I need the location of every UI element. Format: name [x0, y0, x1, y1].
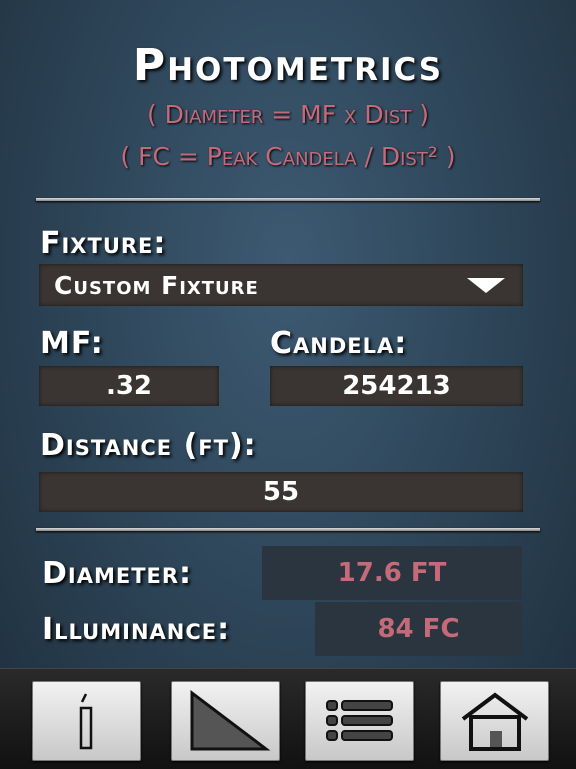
candela-input[interactable]: 254213: [270, 366, 523, 406]
list-button[interactable]: [305, 681, 414, 761]
mf-label: MF:: [40, 326, 104, 361]
chevron-down-icon: [467, 278, 505, 293]
candela-label: Candela:: [270, 326, 408, 361]
divider-top: [36, 198, 540, 201]
divider-bottom: [36, 528, 540, 531]
page-title: Photometrics: [132, 40, 444, 91]
illuminance-result: 84 FC: [315, 602, 522, 656]
bottom-toolbar: [0, 668, 576, 769]
triangle-button[interactable]: [171, 681, 280, 761]
diameter-formula: ( Diameter = MF x Dist ): [146, 100, 430, 129]
info-button[interactable]: [32, 681, 141, 761]
illuminance-label: Illuminance:: [42, 612, 231, 647]
diameter-label: Diameter:: [42, 556, 193, 591]
triangle-icon: [190, 689, 270, 751]
fixture-label: Fixture:: [40, 226, 167, 261]
diameter-result: 17.6 FT: [262, 546, 522, 600]
footcandle-formula: ( FC = Peak Candela / Dist² ): [120, 142, 456, 171]
fixture-select-value: Custom Fixture: [54, 270, 259, 300]
distance-input[interactable]: 55: [39, 472, 523, 512]
mf-input[interactable]: .32: [39, 366, 219, 406]
distance-label: Distance (ft):: [40, 428, 257, 463]
fixture-select[interactable]: Custom Fixture: [39, 264, 523, 306]
list-icon: [325, 700, 393, 741]
home-button[interactable]: [440, 681, 549, 761]
info-icon: [79, 693, 92, 750]
home-icon: [461, 692, 528, 751]
